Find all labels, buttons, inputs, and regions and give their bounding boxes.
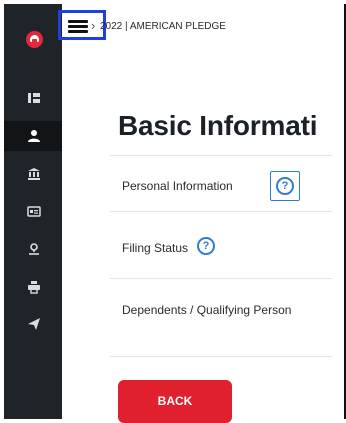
section-divider (110, 155, 332, 156)
help-icon[interactable]: ? (197, 237, 215, 255)
person-icon[interactable] (27, 129, 41, 143)
send-icon[interactable] (27, 317, 41, 331)
help-button[interactable]: ? (270, 171, 300, 201)
help-icon: ? (276, 177, 294, 195)
section-divider (110, 356, 332, 357)
printer-icon[interactable] (27, 280, 41, 294)
breadcrumb[interactable]: 2022 | AMERICAN PLEDGE (100, 21, 226, 32)
brand-logo-icon[interactable] (26, 31, 43, 48)
app-window: › 2022 | AMERICAN PLEDGE Basic Informati… (0, 0, 346, 423)
hamburger-menu-icon[interactable] (68, 20, 88, 33)
sidebar (4, 4, 62, 419)
page-title: Basic Informati (118, 110, 318, 141)
dashboard-icon[interactable] (27, 91, 41, 105)
section-divider (110, 211, 332, 212)
back-button[interactable]: BACK (118, 380, 232, 423)
location-pin-icon[interactable] (27, 242, 41, 256)
section-label-dependents[interactable]: Dependents / Qualifying Person (122, 303, 291, 317)
section-label-filing-status[interactable]: Filing Status (122, 241, 188, 255)
id-card-icon[interactable] (27, 204, 41, 218)
chevron-right-icon: › (91, 18, 96, 33)
section-label-personal-information[interactable]: Personal Information (122, 179, 233, 193)
bank-icon[interactable] (27, 167, 41, 181)
section-divider (110, 278, 332, 279)
